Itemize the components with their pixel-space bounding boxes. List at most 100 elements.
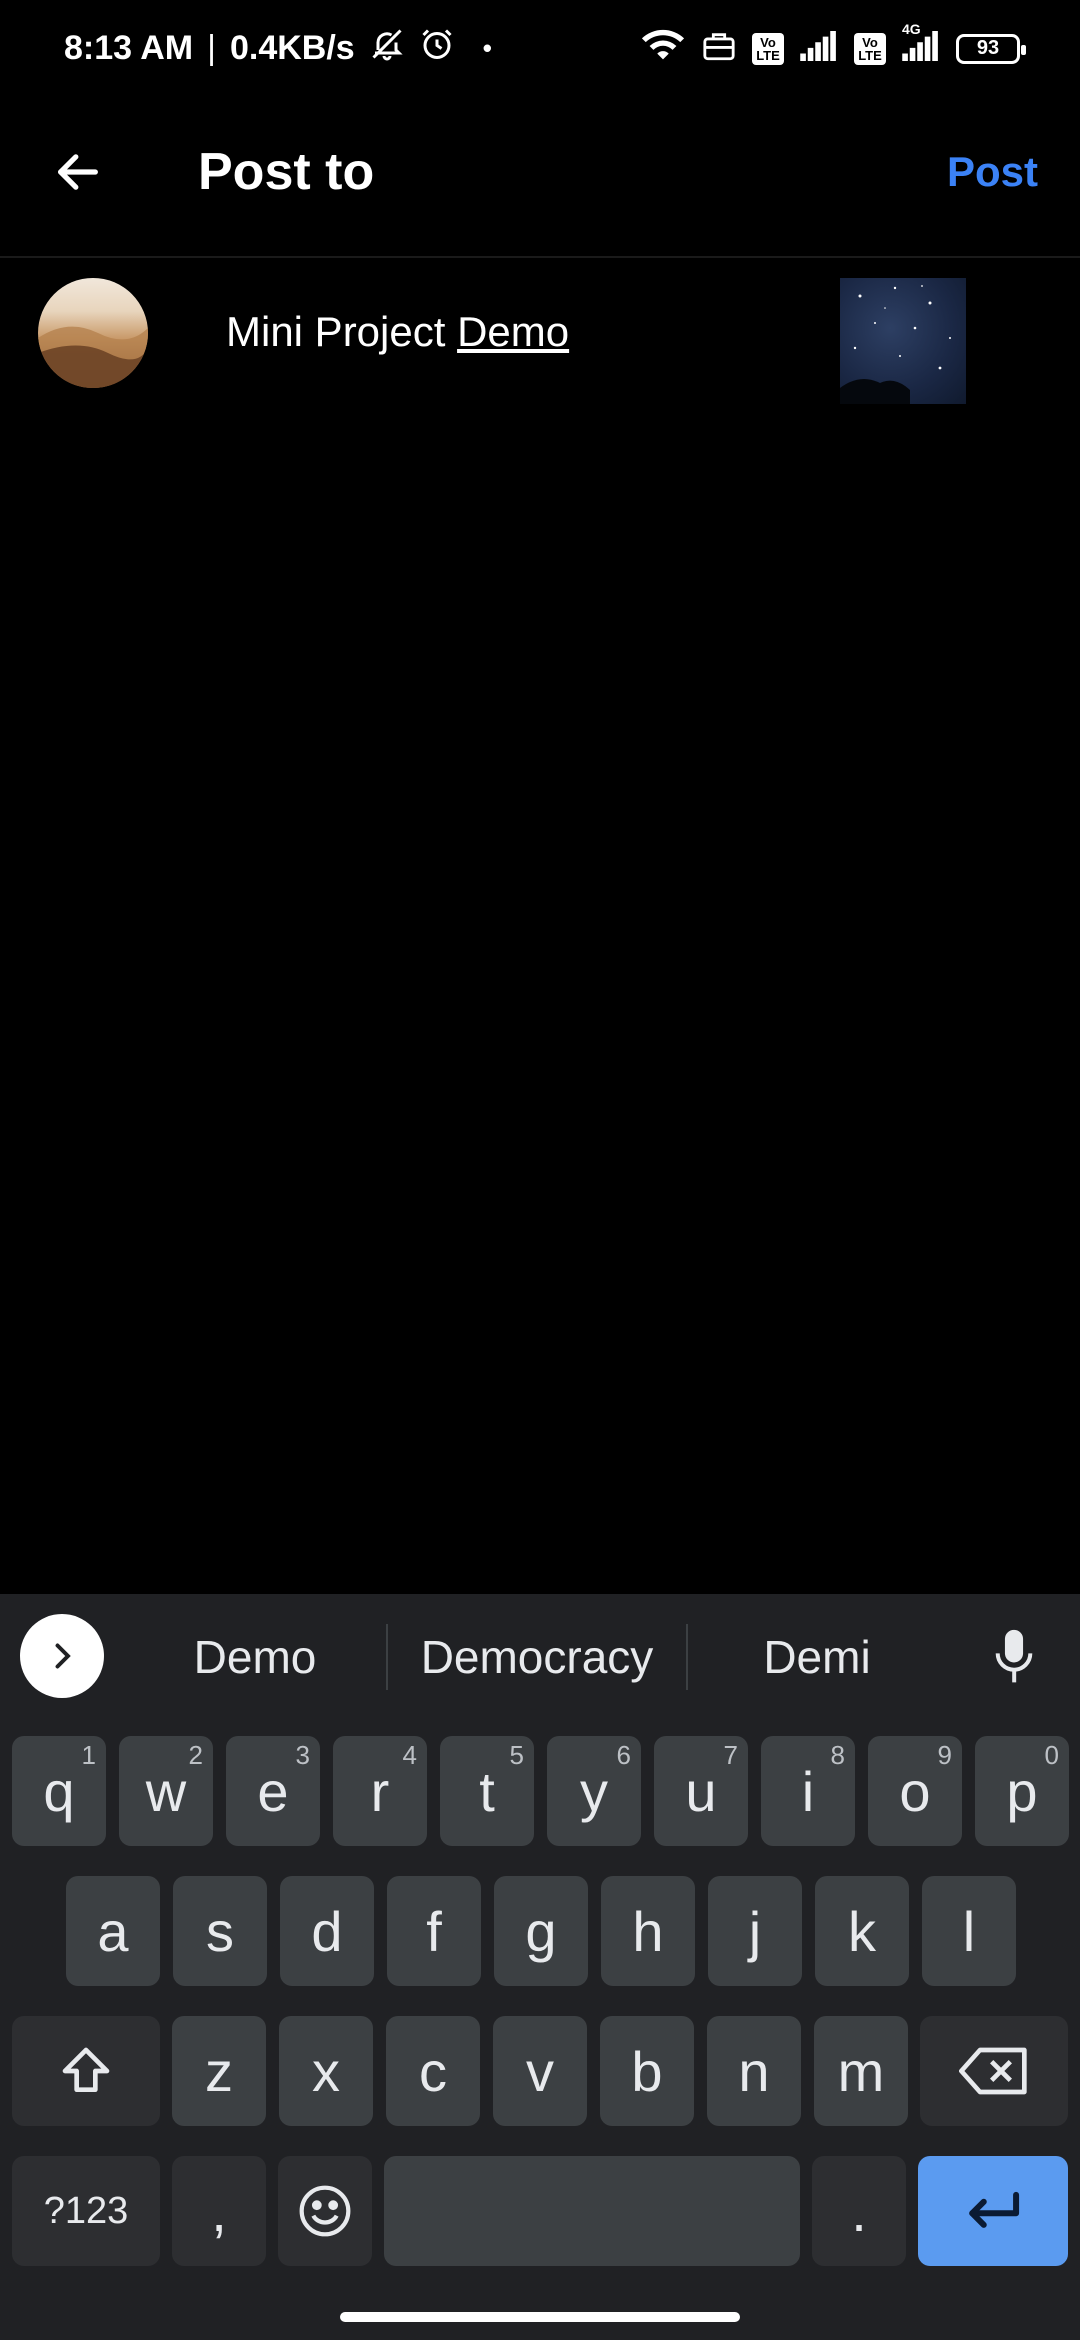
letter-key[interactable]: w2 — [119, 1736, 213, 1846]
suggestion-2[interactable]: Democracy — [392, 1622, 682, 1692]
letter-key[interactable]: o9 — [868, 1736, 962, 1846]
key-label: c — [419, 2039, 447, 2103]
signal-icon — [800, 31, 838, 66]
key-number-hint: 9 — [937, 1740, 952, 1770]
caption-input[interactable]: Mini Project Demo — [226, 308, 569, 356]
network-type-label: 4G — [902, 21, 921, 37]
battery-level: 93 — [976, 37, 1000, 59]
media-thumbnail[interactable] — [840, 278, 966, 404]
status-right: Vo LTE Vo LTE 4G 93 — [640, 21, 1026, 69]
letter-key[interactable]: t5 — [440, 1736, 534, 1846]
status-time: 8:13 AM — [64, 29, 194, 67]
letter-key[interactable]: s — [173, 1876, 267, 1986]
key-number-hint: 3 — [295, 1740, 310, 1770]
letter-key[interactable]: i8 — [761, 1736, 855, 1846]
app-bar: Post to Post — [0, 100, 1080, 258]
4g-signal-icon: 4G — [902, 21, 940, 66]
key-label: s — [206, 1899, 234, 1963]
status-separator: | — [207, 29, 216, 67]
arrow-left-icon — [58, 154, 98, 190]
backspace-key[interactable] — [920, 2016, 1068, 2126]
letter-key[interactable]: n — [707, 2016, 801, 2126]
suggestion-1[interactable]: Demo — [130, 1622, 380, 1692]
wifi-icon — [640, 28, 686, 69]
volte-icon: Vo LTE — [752, 32, 784, 65]
key-label: z — [205, 2039, 233, 2103]
soft-keyboard: Demo Democracy Demi ?123 , . q1w2e3r4t5y… — [0, 1594, 1080, 2340]
letter-key[interactable]: l — [922, 1876, 1016, 1986]
key-number-hint: 4 — [402, 1740, 417, 1770]
alarm-icon — [419, 26, 455, 71]
suggestion-bar: Demo Democracy Demi — [0, 1594, 1080, 1718]
key-label: v — [526, 2039, 554, 2103]
letter-key[interactable]: q1 — [12, 1736, 106, 1846]
briefcase-icon — [702, 30, 736, 67]
key-label: l — [962, 1899, 976, 1963]
enter-icon — [969, 2191, 1020, 2228]
status-dot: • — [482, 33, 492, 63]
letter-key[interactable]: j — [708, 1876, 802, 1986]
key-label: n — [738, 2039, 770, 2103]
key-label: k — [848, 1899, 876, 1963]
letter-key[interactable]: f — [387, 1876, 481, 1986]
letter-key[interactable]: k — [815, 1876, 909, 1986]
post-button[interactable]: Post — [947, 134, 1038, 210]
voice-input-button[interactable] — [988, 1622, 1040, 1692]
letter-key[interactable]: y6 — [547, 1736, 641, 1846]
key-number-hint: 1 — [81, 1740, 96, 1770]
key-label: m — [837, 2039, 885, 2103]
shift-key[interactable] — [12, 2016, 160, 2126]
letter-key[interactable]: r4 — [333, 1736, 427, 1846]
letter-key[interactable]: x — [279, 2016, 373, 2126]
suggestion-3[interactable]: Demi — [692, 1622, 942, 1692]
letter-key[interactable]: u7 — [654, 1736, 748, 1846]
symbols-key[interactable]: ?123 — [12, 2156, 160, 2266]
letter-key[interactable]: a — [66, 1876, 160, 1986]
key-label: g — [525, 1899, 557, 1963]
key-label: x — [312, 2039, 340, 2103]
space-key[interactable] — [384, 2156, 800, 2266]
home-indicator[interactable] — [340, 2312, 740, 2322]
letter-key[interactable]: d — [280, 1876, 374, 1986]
key-label: t — [479, 1759, 495, 1823]
emoji-icon — [299, 2185, 351, 2237]
post-compose-row: Mini Project Demo — [0, 258, 1080, 418]
back-button[interactable] — [40, 134, 116, 210]
key-label: d — [311, 1899, 343, 1963]
key-label: e — [257, 1759, 289, 1823]
keyboard-expand-button[interactable] — [20, 1614, 104, 1698]
letter-key[interactable]: z — [172, 2016, 266, 2126]
key-label: j — [748, 1899, 762, 1963]
network-speed: 0.4KB/s — [229, 29, 355, 67]
emoji-key[interactable] — [278, 2156, 372, 2266]
key-number-hint: 7 — [723, 1740, 738, 1770]
key-label: p — [1006, 1759, 1038, 1823]
letter-key[interactable]: e3 — [226, 1736, 320, 1846]
key-number-hint: 8 — [830, 1740, 845, 1770]
comma-key[interactable]: , — [172, 2156, 266, 2266]
enter-key[interactable] — [918, 2156, 1068, 2266]
key-label: i — [801, 1759, 815, 1823]
letter-key[interactable]: g — [494, 1876, 588, 1986]
key-label: b — [631, 2039, 663, 2103]
page-title: Post to — [198, 143, 375, 201]
letter-key[interactable]: p0 — [975, 1736, 1069, 1846]
chevron-right-icon — [55, 1643, 71, 1669]
key-number-hint: 2 — [188, 1740, 203, 1770]
letter-key[interactable]: v — [493, 2016, 587, 2126]
key-label: h — [632, 1899, 664, 1963]
key-label: f — [426, 1899, 442, 1963]
backspace-icon — [959, 2047, 1027, 2095]
status-bar: 8:13 AM | 0.4KB/s • Vo LTE Vo LTE 4G 93 — [0, 0, 1080, 100]
letter-key[interactable]: h — [601, 1876, 695, 1986]
battery-icon: 93 — [956, 33, 1026, 64]
period-key[interactable]: . — [812, 2156, 906, 2266]
letter-key[interactable]: c — [386, 2016, 480, 2126]
shift-icon — [62, 2047, 110, 2092]
microphone-icon — [995, 1629, 1033, 1683]
letter-key[interactable]: m — [814, 2016, 908, 2126]
caption-composing-word: Demo — [457, 308, 570, 355]
suggestion-divider — [686, 1624, 688, 1690]
avatar[interactable] — [38, 278, 148, 388]
letter-key[interactable]: b — [600, 2016, 694, 2126]
